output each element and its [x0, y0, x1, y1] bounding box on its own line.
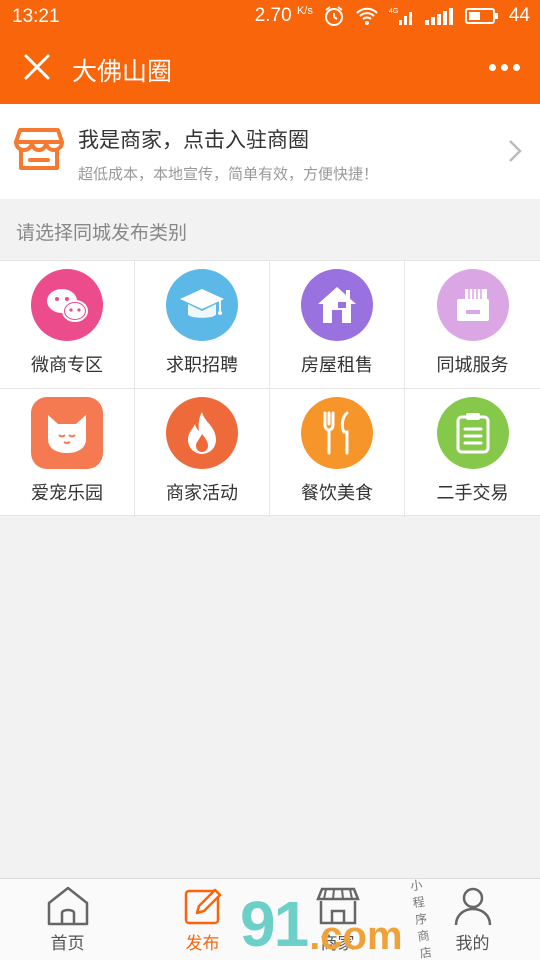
storefront-icon	[14, 128, 64, 170]
merchant-join-banner[interactable]: 我是商家，点击入驻商圈 超低成本，本地宣传，简单有效，方便快捷！	[0, 104, 540, 199]
tab-merchants[interactable]: 商家	[270, 879, 405, 960]
category-label: 商家活动	[166, 483, 238, 503]
category-pets[interactable]: 爱宠乐园	[0, 389, 135, 517]
signal-4g-icon: 4G	[389, 8, 412, 25]
section-title: 请选择同城发布类别	[16, 223, 188, 244]
clipboard-icon	[436, 397, 509, 469]
edit-icon	[184, 888, 221, 925]
tab-label: 我的	[455, 934, 490, 953]
category-food-dining[interactable]: 餐饮美食	[270, 389, 405, 517]
close-icon[interactable]	[22, 52, 52, 82]
page-title: 大佛山圈	[72, 58, 173, 86]
more-dot-icon	[501, 64, 508, 71]
more-dot-icon	[489, 64, 496, 71]
tab-publish[interactable]: 发布	[135, 879, 270, 960]
flame-icon	[166, 397, 238, 469]
title-bar: 大佛山圈	[0, 34, 540, 104]
tab-label: 发布	[185, 934, 220, 953]
status-indicators: 2.70 K/s 4G 44	[255, 5, 530, 27]
graduation-cap-icon	[166, 269, 238, 341]
category-local-services[interactable]: 同城服务	[405, 261, 540, 389]
fork-knife-icon	[301, 397, 373, 469]
tab-label: 商家	[320, 934, 355, 953]
store-icon	[315, 887, 360, 925]
tab-label: 首页	[50, 934, 85, 953]
home-icon	[47, 886, 88, 926]
merchant-title: 我是商家，点击入驻商圈	[78, 129, 309, 152]
top-bar: 13:21 2.70 K/s 4G 44 大佛山圈	[0, 0, 540, 104]
category-housing[interactable]: 房屋租售	[270, 261, 405, 389]
battery-level: 44	[508, 5, 530, 26]
category-jobs[interactable]: 求职招聘	[135, 261, 270, 389]
category-label: 二手交易	[436, 483, 509, 503]
category-secondhand[interactable]: 二手交易	[405, 389, 540, 517]
battery-icon	[464, 8, 498, 24]
category-label: 房屋租售	[301, 355, 373, 375]
category-merchant-events[interactable]: 商家活动	[135, 389, 270, 517]
signal-icon	[424, 8, 453, 25]
svg-text:4G: 4G	[389, 8, 398, 15]
category-label: 餐饮美食	[301, 483, 373, 503]
bottom-tab-bar: 首页 发布 商家 我的	[0, 878, 540, 960]
cat-icon	[31, 397, 103, 469]
chevron-right-icon	[509, 140, 522, 162]
category-grid: 微商专区 求职招聘 房屋租售 同城服务 爱宠乐园 商家活动 餐饮美食 二手交易	[0, 260, 540, 517]
category-label: 同城服务	[436, 355, 509, 375]
category-wechat-business[interactable]: 微商专区	[0, 261, 135, 389]
more-menu-button[interactable]	[489, 64, 520, 71]
more-dot-icon	[513, 64, 520, 71]
wechat-icon	[31, 269, 103, 341]
user-icon	[454, 887, 491, 926]
status-bar: 13:21 2.70 K/s 4G 44	[0, 0, 540, 34]
printer-icon	[436, 269, 509, 341]
category-label: 求职招聘	[166, 355, 238, 375]
category-label: 爱宠乐园	[31, 483, 103, 503]
tab-profile[interactable]: 我的	[405, 879, 540, 960]
wifi-icon	[356, 7, 378, 25]
merchant-subtitle: 超低成本，本地宣传，简单有效，方便快捷！	[78, 166, 379, 183]
category-label: 微商专区	[31, 355, 103, 375]
status-time: 13:21	[12, 6, 60, 27]
tab-home[interactable]: 首页	[0, 879, 135, 960]
alarm-icon	[324, 6, 343, 26]
network-speed: 2.70 K/s	[254, 5, 313, 26]
house-icon	[301, 269, 373, 341]
